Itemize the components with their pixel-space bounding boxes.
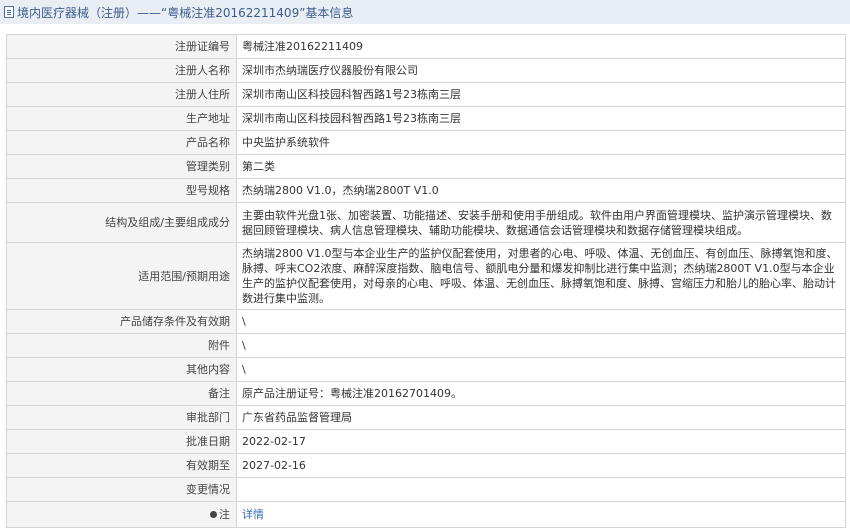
note-icon [210, 510, 217, 518]
details-link[interactable]: 详情 [242, 508, 264, 521]
table-row: 注册人住所 深圳市南山区科技园科智西路1号23栋南三层 [6, 82, 846, 107]
table-row: 审批部门 广东省药品监督管理局 [6, 405, 846, 430]
row-label: 注册证编号 [6, 34, 237, 59]
row-label: 生产地址 [6, 106, 237, 131]
row-label: 有效期至 [6, 453, 237, 478]
row-value: 广东省药品监督管理局 [236, 405, 846, 430]
row-label: 适用范围/预期用途 [6, 242, 237, 310]
table-row: 结构及组成/主要组成成分 主要由软件光盘1张、加密装置、功能描述、安装手册和使用… [6, 202, 846, 243]
row-value: \ [236, 333, 846, 358]
row-value: 深圳市南山区科技园科智西路1号23栋南三层 [236, 106, 846, 131]
row-value [236, 477, 846, 502]
row-label: 结构及组成/主要组成成分 [6, 202, 237, 243]
table-row: 适用范围/预期用途 杰纳瑞2800 V1.0型与本企业生产的监护仪配套使用，对患… [6, 242, 846, 310]
page-header: 境内医疗器械（注册）——“粤械注准20162211409”基本信息 [0, 0, 850, 24]
row-label: 附件 [6, 333, 237, 358]
row-value: 中央监护系统软件 [236, 130, 846, 155]
row-label: 型号规格 [6, 178, 237, 203]
row-value: 2022-02-17 [236, 429, 846, 454]
row-value: 杰纳瑞2800 V1.0型与本企业生产的监护仪配套使用，对患者的心电、呼吸、体温… [236, 242, 846, 310]
row-label: 批准日期 [6, 429, 237, 454]
row-value: 粤械注准20162211409 [236, 34, 846, 59]
row-label: 产品储存条件及有效期 [6, 309, 237, 334]
row-label: 其他内容 [6, 357, 237, 382]
table-row: 生产地址 深圳市南山区科技园科智西路1号23栋南三层 [6, 106, 846, 131]
row-label: 审批部门 [6, 405, 237, 430]
row-label: 备注 [6, 381, 237, 406]
row-value: 主要由软件光盘1张、加密装置、功能描述、安装手册和使用手册组成。软件由用户界面管… [236, 202, 846, 243]
row-value: 杰纳瑞2800 V1.0，杰纳瑞2800T V1.0 [236, 178, 846, 203]
row-value: 深圳市杰纳瑞医疗仪器股份有限公司 [236, 58, 846, 83]
row-label: 变更情况 [6, 477, 237, 502]
table-row: 注 详情 [6, 501, 846, 528]
row-value: \ [236, 357, 846, 382]
table-row: 管理类别 第二类 [6, 154, 846, 179]
table-row: 备注 原产品注册证号：粤械注准20162701409。 [6, 381, 846, 406]
note-label: 注 [219, 508, 230, 521]
row-value: 2027-02-16 [236, 453, 846, 478]
table-row: 注册证编号 粤械注准20162211409 [6, 34, 846, 59]
table-row: 产品储存条件及有效期 \ [6, 309, 846, 334]
detail-table: 注册证编号 粤械注准20162211409 注册人名称 深圳市杰纳瑞医疗仪器股份… [6, 34, 846, 528]
table-row: 批准日期 2022-02-17 [6, 429, 846, 454]
note-value-cell: 详情 [236, 501, 846, 528]
table-row: 有效期至 2027-02-16 [6, 453, 846, 478]
table-row: 注册人名称 深圳市杰纳瑞医疗仪器股份有限公司 [6, 58, 846, 83]
document-icon [4, 6, 14, 18]
table-row: 变更情况 [6, 477, 846, 502]
note-label-cell: 注 [6, 501, 237, 528]
table-row: 型号规格 杰纳瑞2800 V1.0，杰纳瑞2800T V1.0 [6, 178, 846, 203]
table-row: 其他内容 \ [6, 357, 846, 382]
page-title: 境内医疗器械（注册）——“粤械注准20162211409”基本信息 [17, 5, 354, 20]
table-row: 产品名称 中央监护系统软件 [6, 130, 846, 155]
row-label: 产品名称 [6, 130, 237, 155]
row-value: 深圳市南山区科技园科智西路1号23栋南三层 [236, 82, 846, 107]
row-label: 注册人名称 [6, 58, 237, 83]
table-row: 附件 \ [6, 333, 846, 358]
row-value: \ [236, 309, 846, 334]
row-label: 注册人住所 [6, 82, 237, 107]
row-value: 原产品注册证号：粤械注准20162701409。 [236, 381, 846, 406]
row-value: 第二类 [236, 154, 846, 179]
row-label: 管理类别 [6, 154, 237, 179]
